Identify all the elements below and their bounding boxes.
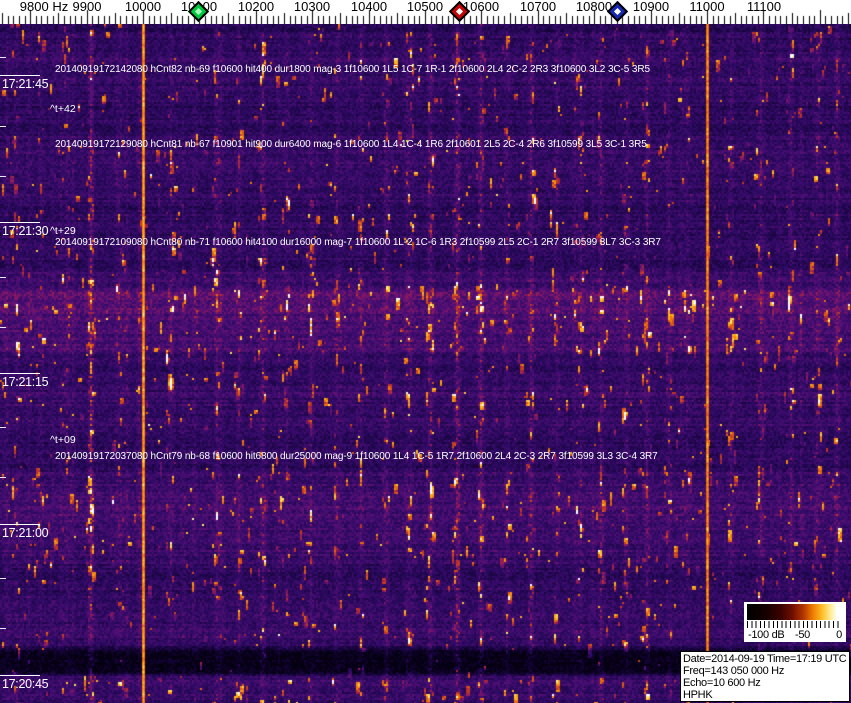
- blue-marker-core: [613, 7, 622, 16]
- colorbar-ticks: [747, 621, 841, 628]
- ruler-label: 9900: [72, 0, 102, 14]
- colorbar-label-min: -100 dB: [748, 629, 785, 641]
- info-frequency: Freq=143 050 000 Hz: [683, 665, 785, 677]
- spectrum-lab-window: 9800 Hz990010000101001020010300104001050…: [0, 0, 851, 703]
- ruler-label: 10400: [350, 0, 388, 14]
- amplitude-colorbar: -100 dB -50 0: [744, 602, 846, 642]
- status-info-box: Date=2014-09-19 Time=17:19 UTC Freq=143 …: [680, 651, 850, 702]
- colorbar-label-mid: -50: [795, 629, 810, 641]
- ruler-label: 10500: [406, 0, 444, 14]
- ruler-label: 11000: [689, 0, 725, 14]
- info-date-time: Date=2014-09-19 Time=17:19 UTC: [683, 653, 847, 665]
- spectrogram-display[interactable]: [0, 24, 851, 703]
- ruler-label: 9800 Hz: [19, 0, 69, 14]
- ruler-label: 10900: [632, 0, 670, 14]
- green-marker-core: [194, 7, 203, 16]
- ruler-label: 11100: [746, 0, 782, 14]
- colorbar-label-max: 0: [836, 629, 842, 641]
- info-echo-freq: Echo=10 600 Hz: [683, 677, 761, 689]
- red-marker-core: [455, 7, 464, 16]
- ruler-label: 10300: [293, 0, 331, 14]
- info-station-id: HPHK: [683, 689, 713, 701]
- ruler-label: 10700: [519, 0, 557, 14]
- frequency-ruler-labels: 9800 Hz990010000101001020010300104001050…: [0, 0, 851, 24]
- ruler-label: 10200: [237, 0, 275, 14]
- ruler-label: 10000: [124, 0, 162, 14]
- colorbar-gradient: [747, 604, 841, 620]
